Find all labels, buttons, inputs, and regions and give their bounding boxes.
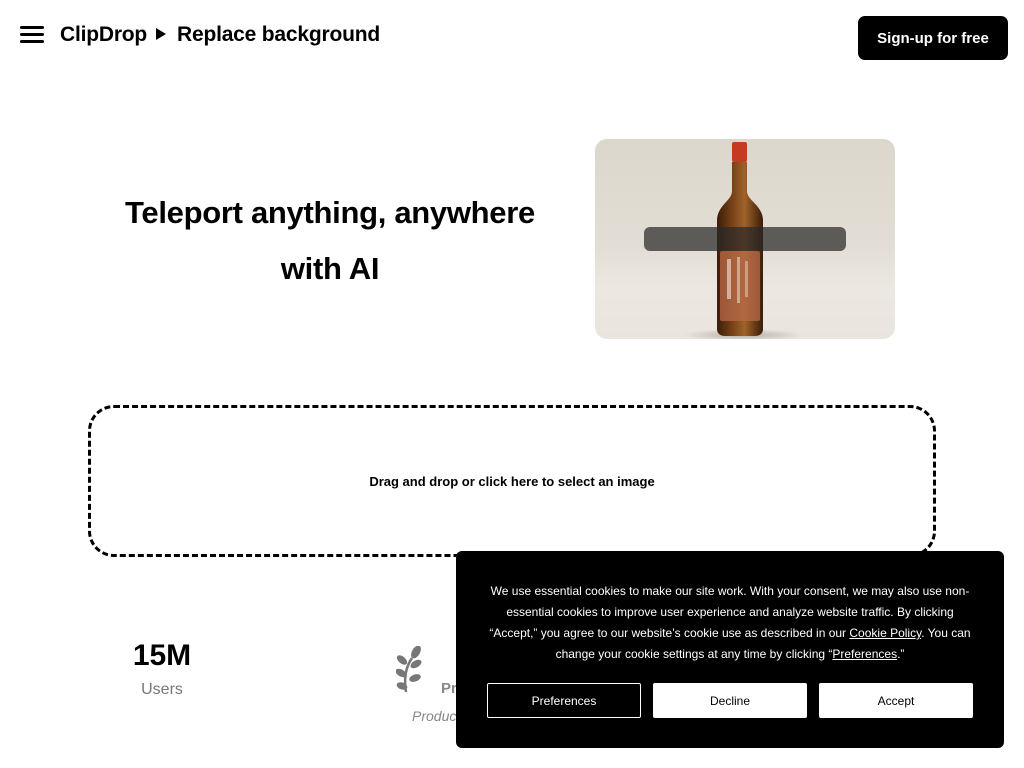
cookie-consent-banner: We use essential cookies to make our sit… bbox=[456, 551, 1004, 748]
hero-title-line-2: with AI bbox=[280, 251, 380, 286]
cookie-preferences-button[interactable]: Preferences bbox=[487, 683, 641, 718]
cookie-policy-link[interactable]: Cookie Policy bbox=[849, 626, 921, 640]
cookie-accept-button[interactable]: Accept bbox=[819, 683, 973, 718]
users-count: 15M bbox=[132, 639, 192, 672]
cookie-consent-text: We use essential cookies to make our sit… bbox=[484, 581, 976, 665]
users-label: Users bbox=[141, 681, 183, 698]
award-subtitle: Produc bbox=[412, 708, 457, 724]
laurel-icon bbox=[396, 646, 422, 693]
top-navigation-bar: ClipDrop Replace background Sign-up for … bbox=[0, 0, 1024, 74]
image-overlay-bar bbox=[644, 227, 846, 251]
image-upload-dropzone[interactable]: Drag and drop or click here to select an… bbox=[88, 405, 936, 557]
hero-example-image[interactable] bbox=[595, 139, 895, 339]
dropzone-label: Drag and drop or click here to select an… bbox=[369, 473, 655, 489]
cookie-decline-button[interactable]: Decline bbox=[653, 683, 807, 718]
hero-title-line-1: Teleport anything, anywhere bbox=[125, 195, 535, 230]
triangle-right-icon bbox=[156, 28, 166, 40]
hamburger-menu-icon[interactable] bbox=[20, 24, 44, 44]
cookie-text-part-3: .” bbox=[897, 647, 905, 661]
award-title: Pr bbox=[441, 680, 457, 697]
hero-title: Teleport anything, anywhere with AI bbox=[90, 185, 570, 297]
signup-button[interactable]: Sign-up for free bbox=[858, 16, 1008, 60]
preferences-link[interactable]: Preferences bbox=[832, 647, 897, 661]
brand-logo-text[interactable]: ClipDrop bbox=[60, 23, 147, 47]
breadcrumb-current-page: Replace background bbox=[177, 23, 380, 46]
